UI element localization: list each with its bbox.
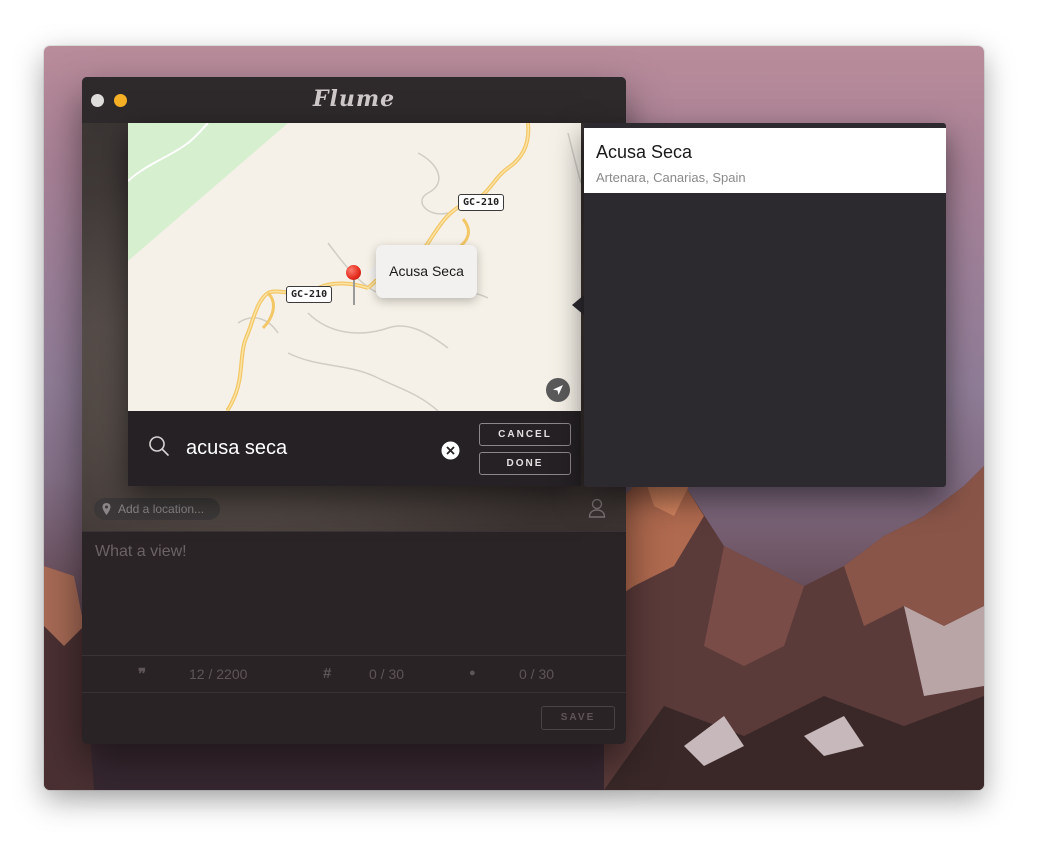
results-popover-arrow (572, 295, 584, 315)
caption-text: What a view! (95, 543, 187, 560)
result-title: Acusa Seca (596, 142, 693, 162)
hashtag-icon: # (323, 665, 332, 682)
location-arrow-icon (553, 385, 563, 395)
map-callout[interactable]: Acusa Seca (376, 245, 477, 298)
hashtag-counter: 0 / 30 (369, 666, 405, 682)
add-location-label: Add a location... (118, 502, 205, 516)
app-title: Flume (312, 86, 396, 112)
done-button[interactable]: DONE (479, 452, 571, 475)
current-location-button[interactable] (546, 378, 570, 402)
save-button[interactable]: SAVE (541, 706, 615, 730)
map-view[interactable]: GC-210 GC-210 Acusa Seca (128, 123, 581, 411)
counters-bar: ❞ 12 / 2200 # 0 / 30 ● 0 / 30 (82, 655, 626, 693)
cancel-button[interactable]: CANCEL (479, 423, 571, 446)
location-pin-icon (102, 503, 111, 515)
search-icon (149, 436, 169, 456)
user-tag-counter: 0 / 30 (519, 666, 555, 682)
user-tag-icon: ● (469, 667, 476, 679)
title-bar: Flume (82, 77, 626, 123)
road-label-gc210-west: GC-210 (286, 286, 333, 303)
caption-counter: 12 / 2200 (189, 666, 248, 682)
clear-search-icon[interactable] (441, 441, 460, 460)
location-search-bar: acusa seca CANCEL DONE (128, 411, 581, 486)
tag-user-icon[interactable] (588, 498, 606, 518)
map-pin-needle (353, 279, 355, 305)
road-label-gc210-north: GC-210 (458, 194, 505, 211)
search-results-popover: Acusa Seca Artenara, Canarias, Spain (584, 123, 946, 487)
add-location-button[interactable]: Add a location... (94, 498, 220, 520)
result-row[interactable]: Acusa Seca Artenara, Canarias, Spain (584, 128, 946, 193)
quote-icon: ❞ (138, 666, 147, 683)
result-subtitle: Artenara, Canarias, Spain (596, 170, 746, 185)
map-pin-icon[interactable] (346, 265, 361, 280)
location-picker-popover: GC-210 GC-210 Acusa Seca acusa seca CANC… (128, 123, 581, 486)
location-search-input[interactable]: acusa seca (186, 437, 287, 460)
caption-input[interactable]: What a view! (82, 531, 626, 656)
